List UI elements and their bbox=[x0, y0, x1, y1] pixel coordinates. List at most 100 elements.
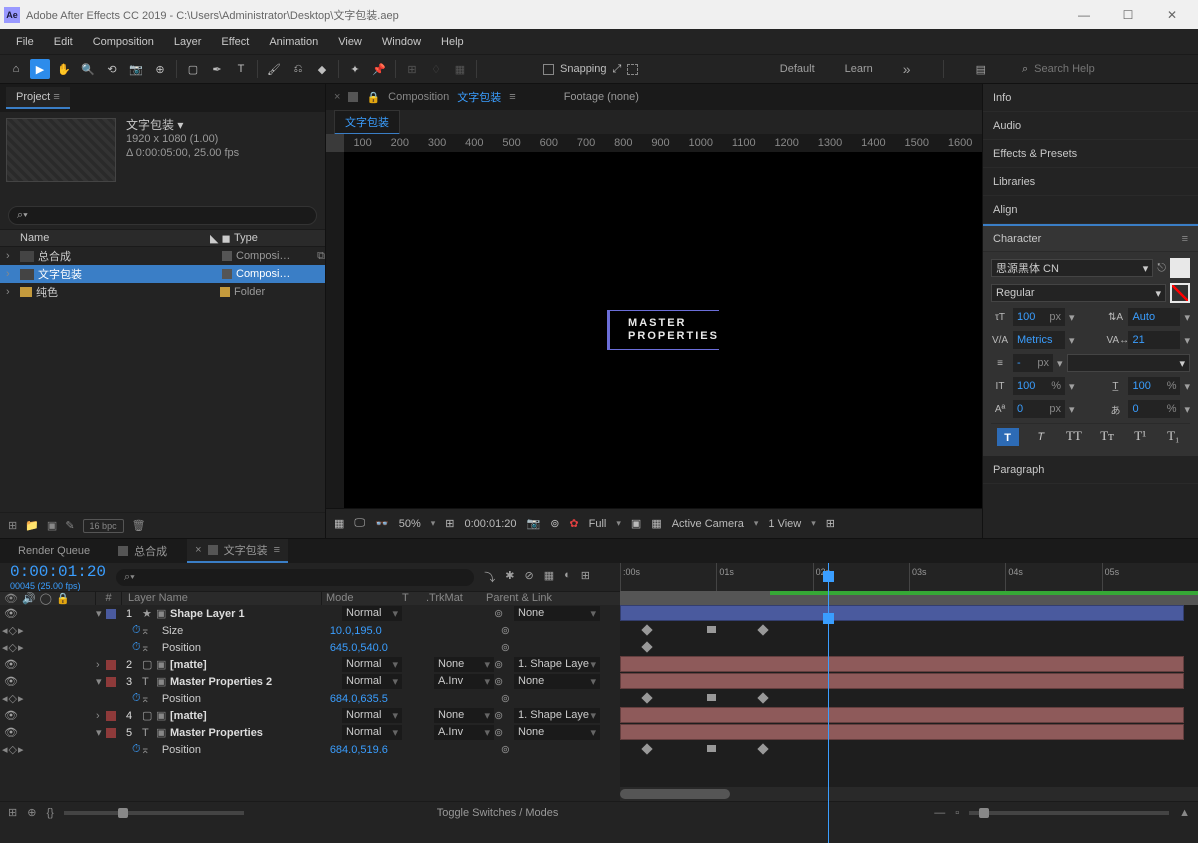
font-family-dropdown[interactable]: 思源黑体 CN▾ bbox=[991, 259, 1153, 277]
frame-blend-icon[interactable]: ▦ bbox=[544, 569, 554, 585]
subscript-button[interactable]: T₁ bbox=[1162, 428, 1184, 446]
baseline-input[interactable]: 0px bbox=[1013, 400, 1065, 418]
parent-col[interactable]: Parent & Link bbox=[482, 592, 602, 605]
stroke-color[interactable] bbox=[1170, 283, 1190, 303]
pickwhip-icon[interactable]: ⊚ bbox=[494, 709, 514, 722]
time-display[interactable]: 0:00:01:20 bbox=[465, 518, 517, 530]
project-col-type[interactable]: Type bbox=[234, 232, 325, 244]
next-key-icon[interactable]: ▸ bbox=[18, 743, 24, 756]
pixel-aspect-icon[interactable]: ⊞ bbox=[826, 517, 835, 530]
pen-tool[interactable]: ✒ bbox=[207, 59, 227, 79]
timeline-zoom-slider[interactable] bbox=[969, 811, 1169, 815]
color-tag[interactable] bbox=[106, 609, 116, 619]
timeline-timecode[interactable]: 0:00:01:20 bbox=[10, 563, 106, 581]
expression-pickwhip-icon[interactable]: ⊚ bbox=[501, 743, 620, 756]
menu-composition[interactable]: Composition bbox=[83, 36, 164, 48]
info-panel-header[interactable]: Info bbox=[983, 84, 1198, 112]
grid-icon[interactable]: ⊞ bbox=[445, 517, 454, 530]
audio-panel-header[interactable]: Audio bbox=[983, 112, 1198, 140]
eye-icon[interactable]: 👁 bbox=[4, 726, 16, 739]
menu-animation[interactable]: Animation bbox=[259, 36, 328, 48]
channel-icon[interactable]: ✿ bbox=[569, 517, 578, 530]
keyframe[interactable] bbox=[757, 692, 768, 703]
layer-row[interactable]: 👁 ▾ 3 T ▣ Master Properties 2 Normal▾ A.… bbox=[0, 673, 620, 690]
eraser-tool[interactable]: ◆ bbox=[312, 59, 332, 79]
trkmat-dropdown[interactable]: None▾ bbox=[434, 708, 494, 723]
pan-behind-tool[interactable]: ⊕ bbox=[150, 59, 170, 79]
property-value[interactable]: 684.0,519.6 bbox=[330, 744, 388, 756]
tl-render-icon[interactable]: ⊕ bbox=[27, 806, 36, 819]
workspace-learn[interactable]: Learn bbox=[845, 63, 873, 75]
stopwatch-icon[interactable]: ⏱ bbox=[132, 624, 141, 637]
font-style-dropdown[interactable]: Regular▾ bbox=[991, 284, 1166, 302]
tab-close-icon[interactable]: × bbox=[334, 91, 340, 103]
close-button[interactable]: ✕ bbox=[1158, 8, 1186, 22]
twirl-icon[interactable]: ▾ bbox=[96, 726, 106, 739]
property-row[interactable]: ◂◇▸ ⏱ ⌅ Size 10.0,195.0 ⊚ bbox=[0, 622, 620, 639]
blend-mode-dropdown[interactable]: Normal▾ bbox=[342, 657, 402, 672]
type-tool[interactable]: T bbox=[231, 59, 251, 79]
eye-icon[interactable]: 👁 bbox=[4, 709, 16, 722]
viewer-subtab[interactable]: 文字包装 bbox=[334, 110, 400, 135]
toggle-alpha-icon[interactable]: ▦ bbox=[334, 517, 344, 530]
expression-pickwhip-icon[interactable]: ⊚ bbox=[501, 641, 620, 654]
layer-num-col[interactable]: # bbox=[96, 592, 122, 605]
time-navigator-slider[interactable] bbox=[620, 787, 1198, 801]
graph-editor-icon[interactable]: ⊞ bbox=[581, 569, 590, 585]
t-col[interactable]: T bbox=[402, 592, 422, 605]
brush-tool[interactable]: 🖌 bbox=[264, 59, 284, 79]
timeline-tab[interactable]: 总合成 bbox=[110, 540, 175, 562]
leading-input[interactable]: Auto bbox=[1128, 308, 1180, 326]
character-panel-header[interactable]: Character ≡ bbox=[983, 224, 1198, 252]
blend-mode-dropdown[interactable]: Normal▾ bbox=[342, 725, 402, 740]
twirl-icon[interactable]: › bbox=[96, 710, 106, 722]
menu-view[interactable]: View bbox=[328, 36, 372, 48]
superscript-button[interactable]: T¹ bbox=[1129, 428, 1151, 446]
next-key-icon[interactable]: ▸ bbox=[18, 692, 24, 705]
smallcaps-button[interactable]: Tᴛ bbox=[1096, 428, 1118, 446]
property-value[interactable]: 10.0,195.0 bbox=[330, 625, 382, 637]
graph-icon[interactable]: ⌅ bbox=[141, 743, 150, 756]
comp-thumbnail[interactable] bbox=[6, 118, 116, 182]
layer-row[interactable]: 👁 ▾ 5 T ▣ Master Properties Normal▾ A.In… bbox=[0, 724, 620, 741]
add-key-icon[interactable]: ◇ bbox=[9, 641, 17, 654]
transparency-grid-icon[interactable]: ▦ bbox=[651, 517, 661, 530]
menu-file[interactable]: File bbox=[6, 36, 44, 48]
parent-dropdown[interactable]: None▾ bbox=[514, 725, 600, 740]
prev-key-icon[interactable]: ◂ bbox=[2, 743, 8, 756]
monitor-icon[interactable]: 🖵 bbox=[354, 517, 365, 530]
project-item[interactable]: › 总合成 Composi… ⧉ bbox=[0, 247, 325, 265]
new-folder-icon[interactable]: 📁 bbox=[25, 519, 39, 532]
stopwatch-icon[interactable]: ⏱ bbox=[132, 641, 141, 654]
layer-bar[interactable] bbox=[620, 673, 1184, 689]
menu-window[interactable]: Window bbox=[372, 36, 431, 48]
stopwatch-icon[interactable]: ⏱ bbox=[132, 692, 141, 705]
composition-canvas[interactable]: MASTER PROPERTIES bbox=[344, 152, 982, 508]
item-tag[interactable] bbox=[222, 251, 232, 261]
puppet-tool[interactable]: 📌 bbox=[369, 59, 389, 79]
motion-blur-icon[interactable]: ◐ bbox=[564, 569, 571, 585]
tl-braces-icon[interactable]: {} bbox=[46, 807, 53, 819]
eye-icon[interactable]: 👁 bbox=[4, 675, 16, 688]
rectangle-tool[interactable]: ▢ bbox=[183, 59, 203, 79]
snapping-edges-icon[interactable]: ⤢ bbox=[613, 63, 622, 76]
roto-tool[interactable]: ✦ bbox=[345, 59, 365, 79]
stroke-over-dropdown[interactable]: ▾ bbox=[1067, 354, 1190, 372]
twirl-icon[interactable]: ▾ bbox=[96, 675, 106, 688]
zoom-tool[interactable]: 🔍 bbox=[78, 59, 98, 79]
zoom-dropdown-icon[interactable]: ▾ bbox=[431, 518, 436, 529]
twirl-icon[interactable]: › bbox=[6, 286, 16, 298]
zoom-out-icon[interactable]: ▫ bbox=[955, 807, 959, 819]
parent-dropdown[interactable]: None▾ bbox=[514, 606, 600, 621]
trkmat-col[interactable]: .TrkMat bbox=[422, 592, 482, 605]
pickwhip-icon[interactable]: ⊚ bbox=[494, 607, 514, 620]
time-navigator-thumb[interactable] bbox=[620, 789, 730, 799]
clone-tool[interactable]: ⎌ bbox=[288, 59, 308, 79]
lock-icon[interactable]: 🔒 bbox=[366, 91, 380, 104]
tsume-input[interactable]: 0% bbox=[1128, 400, 1180, 418]
mode-col[interactable]: Mode bbox=[322, 592, 402, 605]
next-key-icon[interactable]: ▸ bbox=[18, 641, 24, 654]
pickwhip-icon[interactable]: ⊚ bbox=[494, 675, 514, 688]
pickwhip-icon[interactable]: ⊚ bbox=[494, 658, 514, 671]
help-search[interactable]: ⌕ bbox=[1016, 61, 1186, 78]
